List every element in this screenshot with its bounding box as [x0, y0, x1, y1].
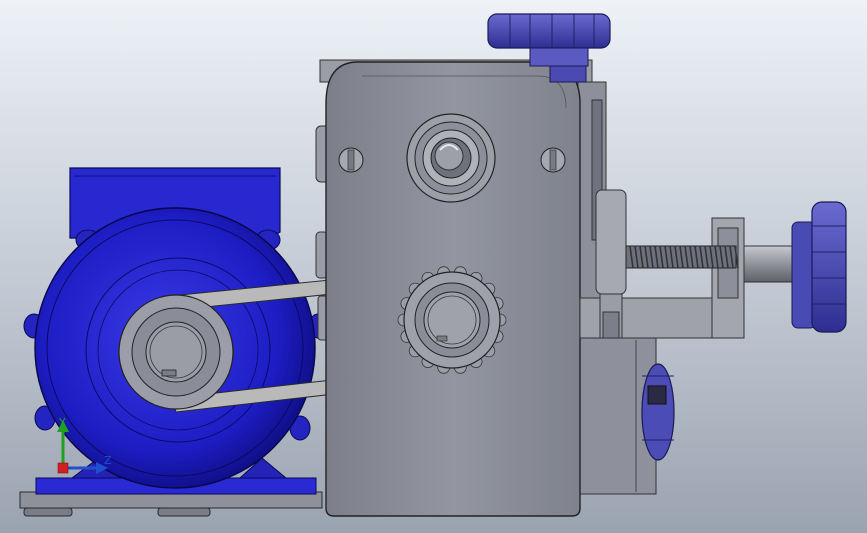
upper-bearing: [406, 113, 496, 203]
cad-viewport[interactable]: Y Z: [0, 0, 867, 533]
motor-pulley: [118, 294, 234, 410]
base-plate: [19, 491, 323, 517]
lower-side-knob[interactable]: [641, 363, 675, 461]
side-adjust-knob[interactable]: [791, 201, 847, 333]
origin-marker: [57, 462, 69, 474]
y-axis-label: Y: [58, 416, 66, 429]
model-view[interactable]: Y Z: [0, 0, 867, 533]
z-axis-label: Z: [104, 454, 112, 467]
lead-screw: [625, 245, 795, 283]
